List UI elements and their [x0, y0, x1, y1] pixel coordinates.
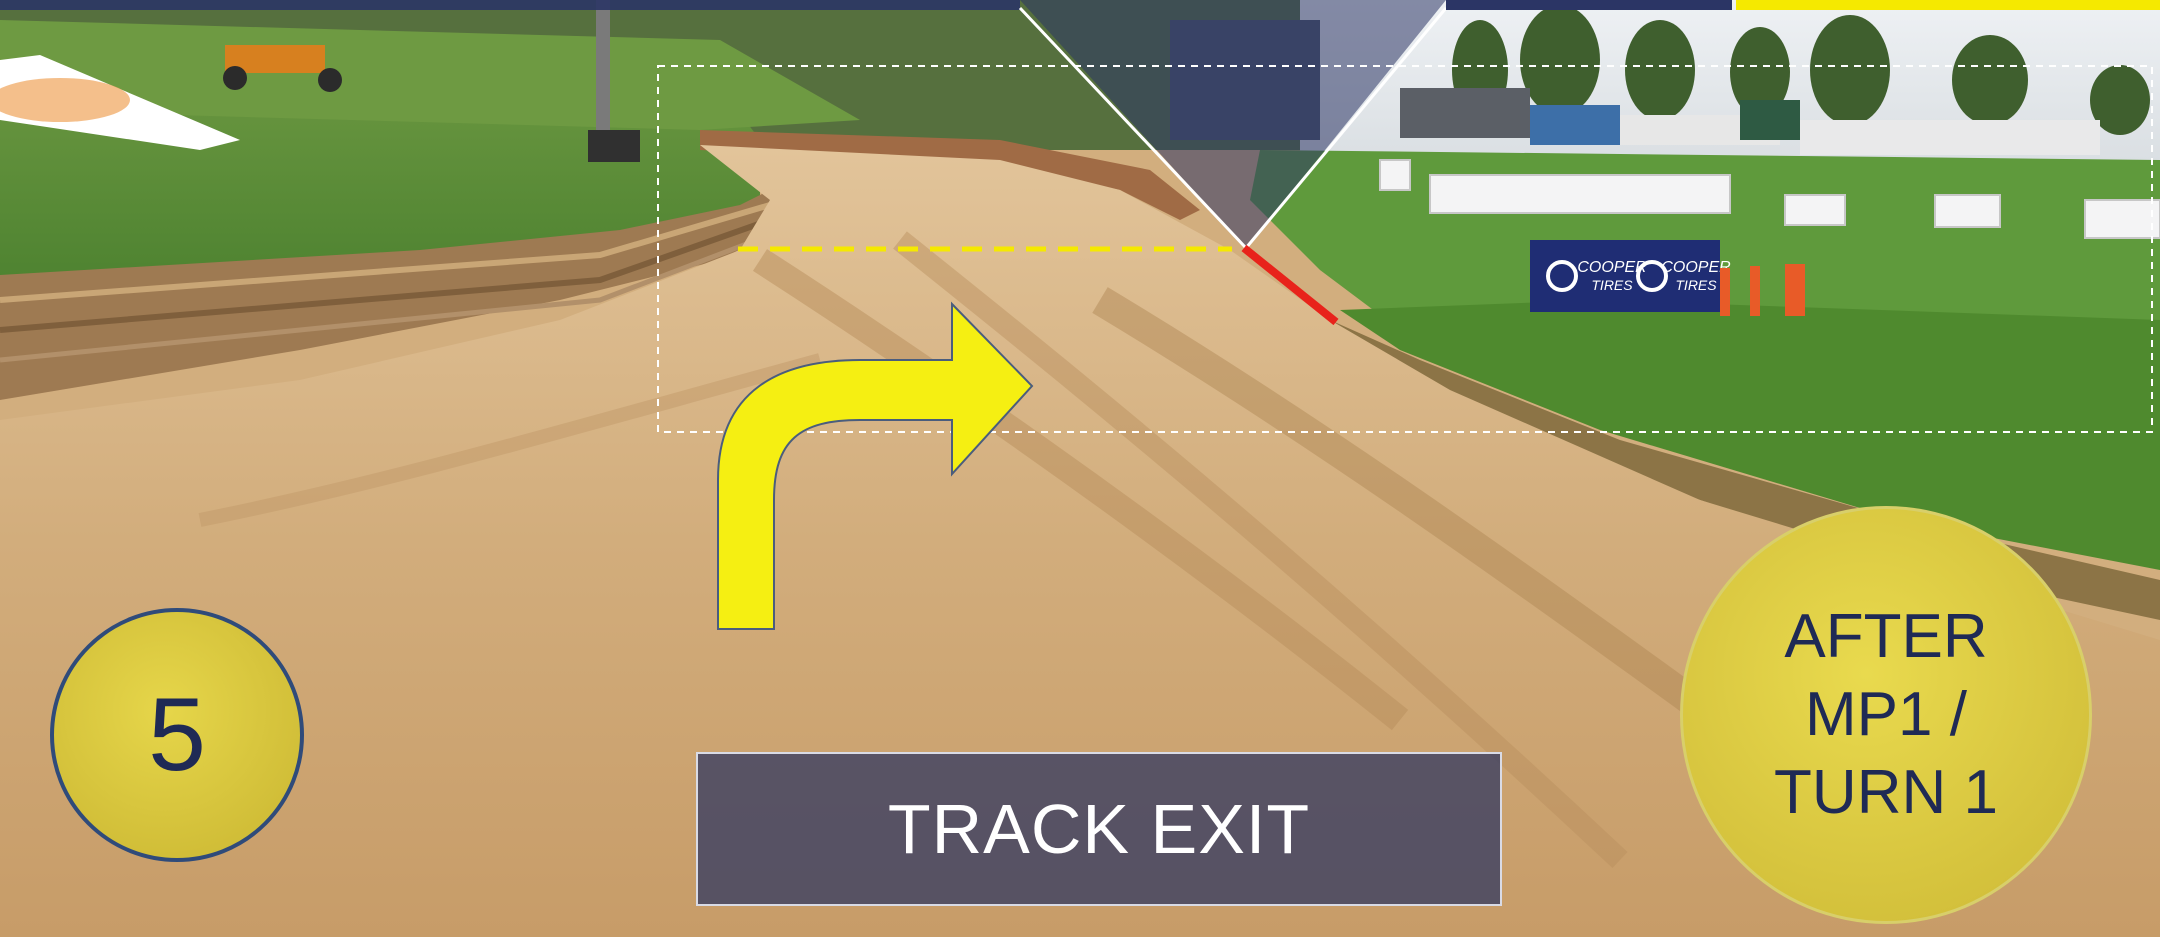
- top-navy-strip: [1446, 0, 1732, 10]
- caption-label: TRACK EXIT: [887, 790, 1311, 868]
- svg-text:TIRES: TIRES: [1675, 277, 1717, 293]
- step-number: 5: [148, 677, 206, 793]
- timing-line-2: MP1 /: [1805, 680, 1967, 749]
- timing-badge: AFTER MP1 / TURN 1: [1680, 506, 2092, 924]
- svg-text:TIRES: TIRES: [1591, 277, 1633, 293]
- top-yellow-strip: [1736, 0, 2160, 10]
- timing-badge-text: AFTER MP1 / TURN 1: [1774, 598, 1998, 832]
- timing-line-1: AFTER: [1784, 602, 1988, 671]
- pole-base: [588, 130, 640, 162]
- pole: [596, 0, 610, 130]
- top-overlay-band: [0, 0, 1020, 10]
- timing-line-3: TURN 1: [1774, 758, 1998, 827]
- svg-text:COOPER: COOPER: [1577, 259, 1647, 276]
- step-number-badge: 5: [50, 608, 304, 862]
- track-exit-caption: TRACK EXIT: [696, 752, 1502, 906]
- cooper-tires-sign: COOPER TIRES COOPER TIRES: [1530, 240, 1731, 312]
